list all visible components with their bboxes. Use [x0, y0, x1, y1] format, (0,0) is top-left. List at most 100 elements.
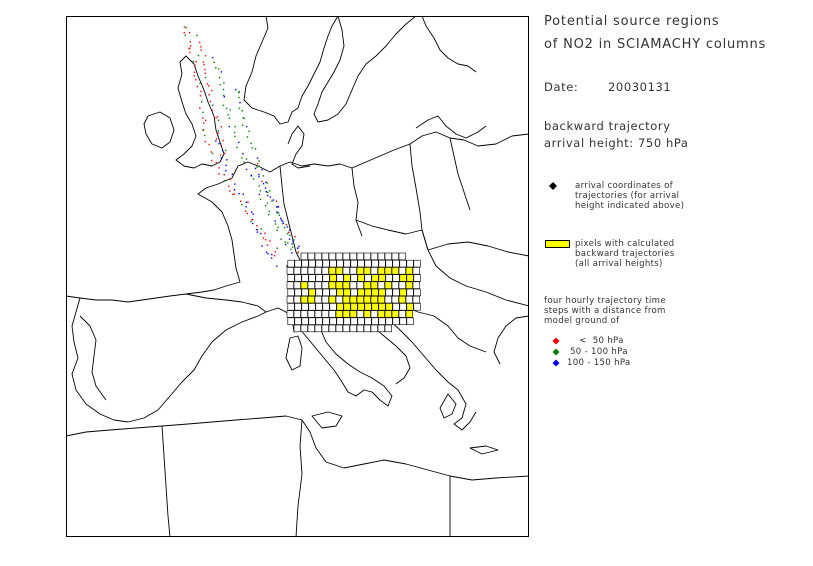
trajectory-point	[199, 82, 201, 84]
pixel-cell	[364, 259, 372, 268]
pixel-cell	[336, 259, 344, 268]
trajectory-point	[269, 190, 271, 192]
trajectory-point	[212, 104, 214, 106]
pixel-cell	[392, 303, 400, 311]
trajectory-point	[202, 129, 205, 131]
date-label: Date:	[544, 80, 579, 94]
trajectory-point	[238, 91, 240, 94]
pixel-cell	[307, 324, 315, 333]
trajectory-point	[192, 60, 195, 63]
trajectory-point	[231, 173, 233, 175]
pixel-cell	[413, 288, 421, 297]
trajectory-point	[250, 142, 252, 145]
trajectory-point	[280, 238, 282, 240]
pixel-cell	[322, 303, 330, 311]
trajectory-point	[204, 76, 207, 79]
trajectory-point	[215, 117, 217, 119]
title-line-1: Potential source regions	[544, 14, 720, 29]
pixel-cell	[293, 310, 301, 318]
pixel-cell	[392, 274, 400, 282]
pixel-cell	[356, 295, 364, 304]
pixel-cell	[315, 303, 323, 311]
trajectory-point	[189, 51, 191, 54]
trajectory-point	[218, 68, 220, 70]
trajectory-point	[266, 202, 269, 204]
pixel-cell	[391, 310, 399, 318]
pixel-cell	[335, 252, 343, 261]
pixel-cell	[357, 259, 365, 268]
trajectory-point	[292, 240, 294, 242]
trajectory-point	[256, 231, 259, 233]
trajectory-point	[254, 148, 257, 150]
map-panel	[66, 16, 529, 537]
trajectory-point	[262, 183, 265, 185]
trajectory-point	[213, 61, 215, 64]
trajectory-point	[269, 240, 271, 242]
trajectory-point	[256, 228, 258, 231]
trajectory-point	[274, 220, 276, 222]
trajectory-point	[258, 160, 260, 162]
pixel-cell	[384, 267, 392, 275]
pixel-legend-line-3: (all arrival heights)	[575, 259, 663, 269]
trajectory-point	[225, 149, 227, 152]
pixel-cell	[286, 267, 294, 275]
pixel-cell	[321, 267, 329, 275]
pixel-cell	[363, 267, 371, 275]
pixel-cell	[314, 281, 322, 289]
pixel-cell	[363, 310, 371, 318]
trajectory-point	[297, 251, 299, 253]
trajectory-point	[222, 104, 225, 106]
pixel-cell	[385, 303, 393, 311]
trajectory-point	[272, 199, 275, 201]
pixel-cell	[287, 288, 295, 297]
pixel-cell	[335, 310, 343, 318]
pixel-cell	[384, 324, 392, 333]
trajectory-point	[236, 146, 238, 149]
pixel-cell	[286, 295, 294, 304]
pixel-cell	[405, 281, 413, 289]
trajectory-point	[220, 71, 222, 73]
range-2-label: 50 - 100 hPa	[567, 347, 628, 357]
pixel-cell	[342, 310, 350, 318]
pixel-cell	[350, 317, 358, 325]
pixel-cell	[413, 303, 421, 311]
trajectory-point	[287, 242, 289, 244]
trajectory-point	[215, 161, 217, 164]
pixel-cell	[287, 274, 295, 282]
trajectory-point	[238, 192, 240, 195]
trajectory-point	[229, 178, 231, 181]
pixel-cell	[321, 252, 329, 261]
trajectory-point	[222, 88, 225, 91]
trajectory-point	[266, 195, 269, 197]
pixel-cell	[350, 274, 358, 282]
trajectory-point	[241, 157, 243, 159]
trajectory-point	[243, 117, 245, 120]
pixel-cell	[307, 310, 315, 318]
trajectory-point	[235, 88, 237, 91]
pixel-cell	[356, 324, 364, 333]
trajectory-point	[200, 46, 202, 48]
pixel-cell	[406, 274, 414, 282]
pixel-cell	[384, 310, 392, 318]
trajectory-point	[210, 159, 213, 162]
trajectory-point	[265, 251, 268, 253]
pixel-cell	[370, 310, 378, 318]
arrival-legend-line-3: height indicated above)	[575, 201, 685, 211]
trajectory-point	[233, 189, 236, 191]
trajectory-point	[188, 47, 191, 49]
trajectory-point	[229, 109, 231, 111]
trajectory-point	[289, 234, 291, 237]
trajectory-point	[256, 157, 259, 159]
trajectory-point	[204, 134, 206, 137]
trajectory-point	[245, 168, 248, 171]
trajectory-point	[271, 253, 273, 256]
pixel-cell	[391, 267, 399, 275]
trajectory-point	[211, 152, 214, 155]
trajectory-point	[233, 193, 235, 195]
blue-diamond-icon	[552, 359, 560, 367]
pixel-legend-line-1: pixels with calculated	[575, 239, 675, 249]
pixel-cell	[364, 288, 372, 297]
trajectory-point	[245, 206, 247, 208]
pixel-cell	[307, 267, 315, 275]
trajectory-point	[280, 219, 283, 221]
